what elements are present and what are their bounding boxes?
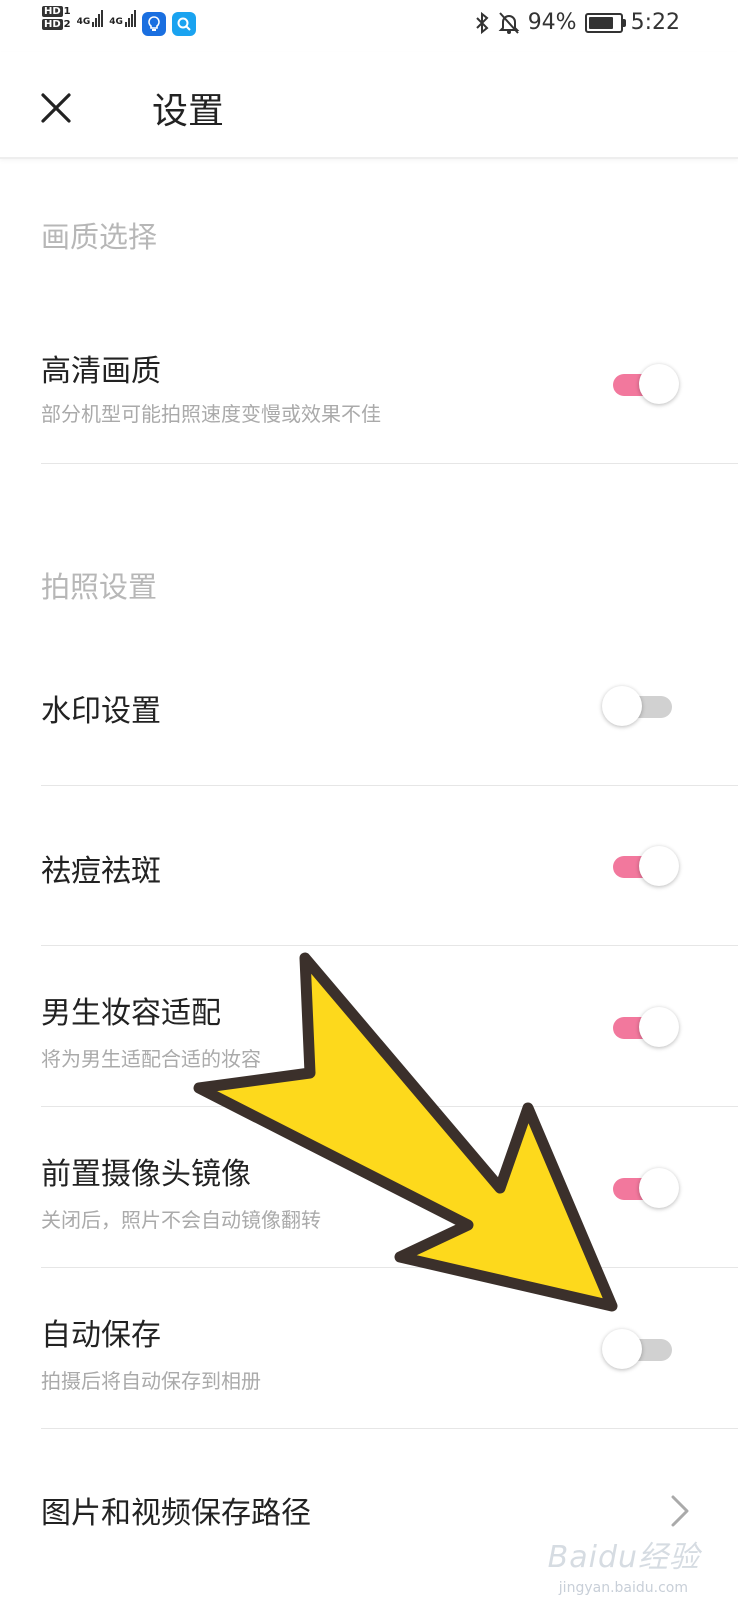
setting-row-acne[interactable]: 祛痘祛斑 <box>0 826 738 946</box>
setting-title: 水印设置 <box>41 694 161 729</box>
section-title-photo: 拍照设置 <box>41 570 158 604</box>
bluetooth-icon <box>475 11 489 34</box>
chevron-right-icon <box>671 1495 689 1527</box>
setting-subtitle: 拍摄后将自动保存到相册 <box>41 1369 261 1393</box>
status-right: 94% 5:22 <box>474 10 680 35</box>
auto-save-toggle[interactable] <box>602 1327 674 1371</box>
page-title: 设置 <box>152 91 225 132</box>
battery-percent: 94% <box>527 10 577 35</box>
signal-2-icon: 4G <box>109 10 136 27</box>
close-icon[interactable] <box>40 92 72 124</box>
section-title-quality: 画质选择 <box>41 220 158 254</box>
divider <box>41 785 738 786</box>
search-app-icon <box>171 12 196 36</box>
mute-bell-icon <box>498 11 520 34</box>
divider <box>41 1428 738 1429</box>
battery-icon <box>584 12 626 33</box>
divider <box>41 1267 738 1268</box>
setting-row-front-mirror[interactable]: 前置摄像头镜像 关闭后，照片不会自动镜像翻转 <box>0 1146 738 1266</box>
setting-subtitle: 部分机型可能拍照速度变慢或效果不佳 <box>41 402 381 426</box>
hd-quality-toggle[interactable] <box>607 362 679 406</box>
sim2-hd-badge: HD 2 <box>42 19 71 30</box>
clock: 5:22 <box>630 10 680 35</box>
lightbulb-app-icon <box>141 12 166 36</box>
acne-removal-toggle[interactable] <box>607 844 679 888</box>
setting-title: 男生妆容适配 <box>41 996 221 1031</box>
setting-row-watermark[interactable]: 水印设置 <box>0 666 738 786</box>
baidu-watermark: Baidu经验 <box>547 1540 700 1575</box>
signal-1-icon: 4G <box>77 10 104 27</box>
front-camera-mirror-toggle[interactable] <box>607 1166 679 1210</box>
setting-subtitle: 关闭后，照片不会自动镜像翻转 <box>41 1208 321 1232</box>
setting-subtitle: 将为男生适配合适的妆容 <box>41 1047 261 1071</box>
divider <box>41 945 738 946</box>
male-makeup-toggle[interactable] <box>607 1005 679 1049</box>
setting-title: 祛痘祛斑 <box>41 854 161 889</box>
setting-row-male-makeup[interactable]: 男生妆容适配 将为男生适配合适的妆容 <box>0 985 738 1105</box>
status-bar: HD 1 HD 2 4G 4G 94% 5:22 <box>0 0 738 52</box>
divider <box>41 1106 738 1107</box>
setting-row-auto-save[interactable]: 自动保存 拍摄后将自动保存到相册 <box>0 1307 738 1427</box>
setting-title: 高清画质 <box>41 354 161 389</box>
watermark-toggle[interactable] <box>602 684 674 728</box>
baidu-watermark-url: jingyan.baidu.com <box>558 1580 688 1596</box>
app-bar: 设置 <box>0 52 738 159</box>
setting-title: 图片和视频保存路径 <box>41 1496 311 1531</box>
sim-indicators: HD 1 HD 2 <box>42 6 71 30</box>
setting-title: 自动保存 <box>41 1318 161 1353</box>
setting-title: 前置摄像头镜像 <box>41 1157 251 1192</box>
status-left: HD 1 HD 2 4G 4G <box>42 6 196 36</box>
setting-row-hd-quality[interactable]: 高清画质 部分机型可能拍照速度变慢或效果不佳 <box>0 340 738 465</box>
sim1-hd-badge: HD 1 <box>42 6 71 17</box>
divider <box>41 463 738 464</box>
